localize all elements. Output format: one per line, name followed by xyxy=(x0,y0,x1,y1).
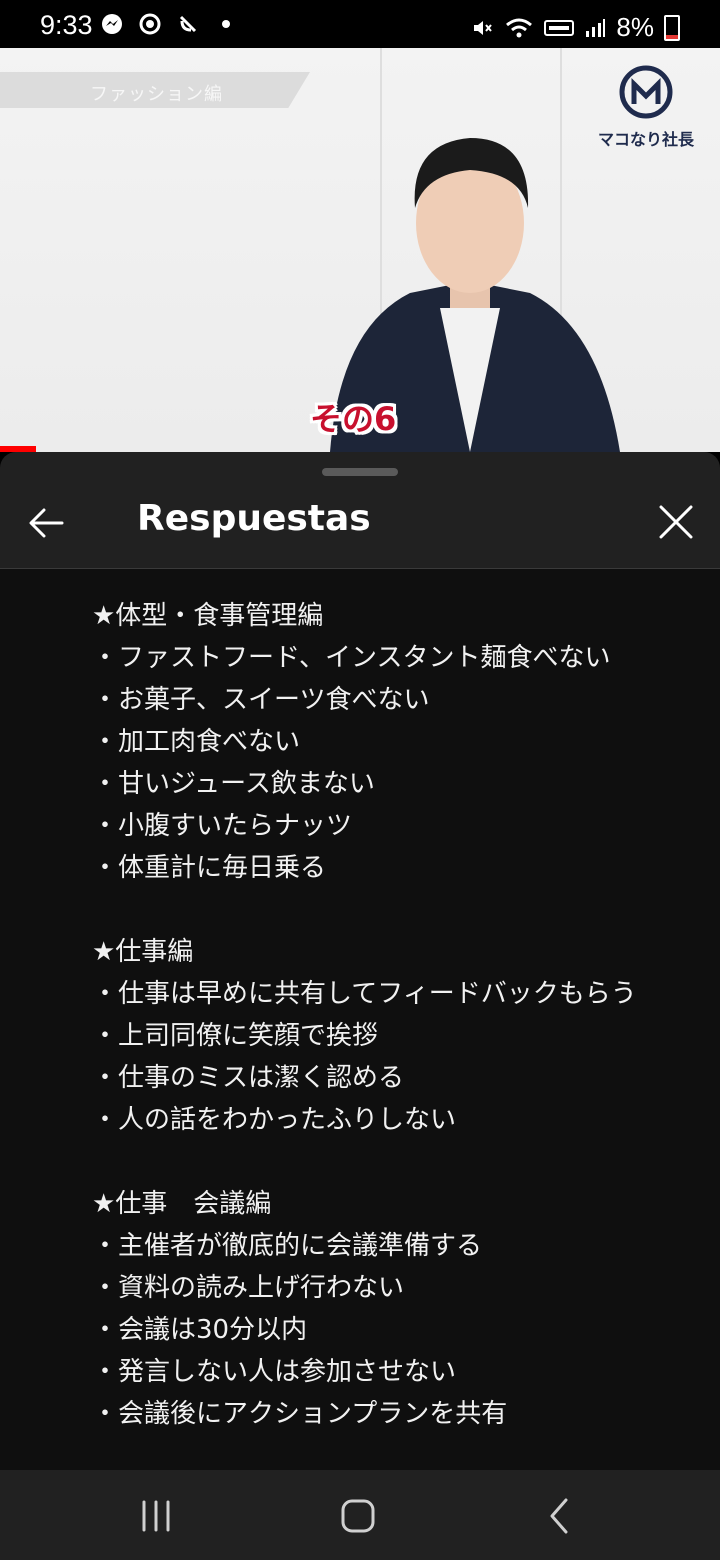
status-icons-left xyxy=(100,12,238,36)
notification-dot-icon xyxy=(222,20,230,28)
list-item: ・加工肉食べない xyxy=(92,727,301,757)
wifi-icon xyxy=(506,18,533,37)
close-icon[interactable] xyxy=(656,502,696,542)
list-item: ・仕事は早めに共有してフィードバックもらう xyxy=(92,979,637,1009)
list-item: ・仕事のミスは潔く認める xyxy=(92,1063,405,1093)
list-item: ・資料の読み上げ行わない xyxy=(92,1273,405,1303)
video-player[interactable]: ファッション編 マコなり社長 その6 xyxy=(0,48,720,452)
list-item: ・発言しない人は参加させない xyxy=(92,1357,457,1387)
battery-percent: 8% xyxy=(616,12,654,42)
list-item: ・体重計に毎日乗る xyxy=(92,853,327,883)
channel-logo-text: マコなり社長 xyxy=(597,130,694,149)
reply-content[interactable]: ★体型・食事管理編 ・ファストフード、インスタント麺食べない ・お菓子、スイーツ… xyxy=(0,569,720,1470)
section-heading: ★仕事編 xyxy=(92,937,194,967)
volte-icon xyxy=(544,19,575,36)
video-caption: その6 xyxy=(310,400,397,438)
back-icon[interactable] xyxy=(538,1494,582,1538)
channel-logo: マコなり社長 xyxy=(586,64,706,149)
section-heading: ★体型・食事管理編 xyxy=(92,601,324,631)
list-item: ・人の話をわかったふりしない xyxy=(92,1105,457,1135)
status-time: 9:33 xyxy=(40,10,93,40)
list-item: ・主催者が徹底的に会議準備する xyxy=(92,1231,483,1261)
missed-call-icon xyxy=(179,15,197,33)
list-item: ・甘いジュース飲まない xyxy=(92,769,375,799)
channel-logo-icon xyxy=(619,65,673,119)
reply-text: ★体型・食事管理編 ・ファストフード、インスタント麺食べない ・お菓子、スイーツ… xyxy=(92,595,660,1435)
navigation-bar xyxy=(0,1470,720,1560)
recent-apps-icon[interactable] xyxy=(134,1494,178,1538)
list-item: ・小腹すいたらナッツ xyxy=(92,811,353,841)
list-item: ・お菓子、スイーツ食べない xyxy=(92,685,430,715)
status-icons-right: 8% xyxy=(470,12,680,43)
arrow-left-icon[interactable] xyxy=(24,500,70,546)
list-item: ・会議は30分以内 xyxy=(92,1315,308,1345)
status-bar: 9:33 8% xyxy=(0,0,720,48)
sheet-title: Respuestas xyxy=(137,498,371,539)
list-item: ・会議後にアクションプランを共有 xyxy=(92,1399,508,1429)
mute-icon xyxy=(474,20,493,35)
home-icon[interactable] xyxy=(336,1494,380,1538)
battery-icon xyxy=(664,14,680,41)
list-item: ・上司同僚に笑顔で挨拶 xyxy=(92,1021,379,1051)
replies-sheet: Respuestas ★体型・食事管理編 ・ファストフード、インスタント麺食べな… xyxy=(0,452,720,1470)
messenger-icon xyxy=(102,14,122,34)
section-heading: ★仕事 会議編 xyxy=(92,1189,272,1219)
sync-icon xyxy=(139,13,161,35)
list-item: ・ファストフード、インスタント麺食べない xyxy=(92,643,611,673)
drag-handle[interactable] xyxy=(322,468,398,476)
sheet-header: Respuestas xyxy=(0,484,720,568)
video-banner-text: ファッション編 xyxy=(90,84,223,105)
signal-icon xyxy=(586,18,606,37)
